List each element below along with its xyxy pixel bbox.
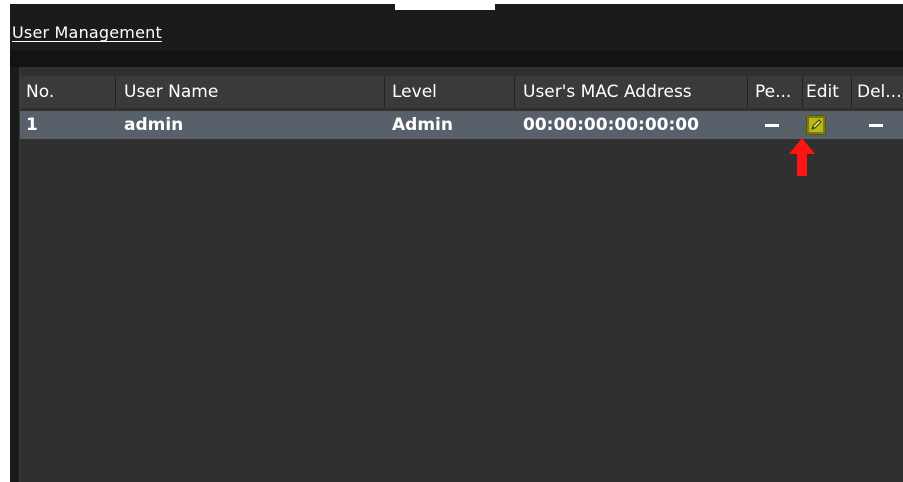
column-header-no[interactable]: No. [26,76,54,108]
cell-mac-address: 00:00:00:00:00:00 [523,115,699,135]
column-divider[interactable] [851,76,852,108]
cell-no: 1 [26,115,38,135]
user-management-window: User Management No. User Name Level User… [10,10,903,482]
column-divider[interactable] [514,76,515,108]
column-header-level[interactable]: Level [392,76,437,108]
column-divider[interactable] [802,76,803,108]
title-band [10,50,903,67]
delete-disabled-icon [869,124,883,127]
cell-user-name: admin [124,115,184,135]
edit-button[interactable] [806,115,826,135]
column-divider[interactable] [384,76,385,108]
cell-level: Admin [392,115,453,135]
edit-icon [809,118,823,132]
column-divider[interactable] [747,76,748,108]
column-divider[interactable] [115,76,116,108]
top-tab-gap [395,0,495,10]
column-header-delete[interactable]: Del... [857,76,901,108]
column-header-user-name[interactable]: User Name [124,76,218,108]
red-arrow-up-icon [789,138,815,176]
window-title[interactable]: User Management [12,23,162,42]
table-row[interactable]: 1 admin Admin 00:00:00:00:00:00 [20,111,903,139]
user-table: No. User Name Level User's MAC Address P… [19,67,903,482]
column-header-permission[interactable]: Pe... [755,76,791,108]
column-header-edit[interactable]: Edit [806,76,839,108]
table-header: No. User Name Level User's MAC Address P… [20,76,903,108]
permission-disabled-icon [765,124,779,127]
column-header-mac[interactable]: User's MAC Address [523,76,692,108]
